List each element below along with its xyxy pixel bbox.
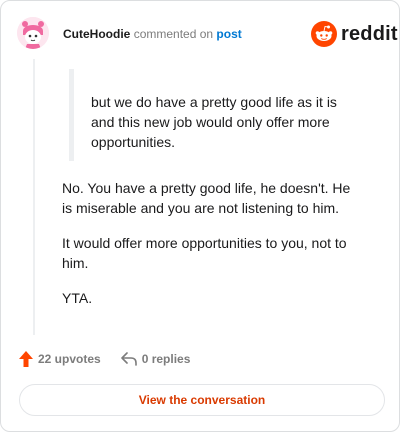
upvote-arrow-icon (19, 351, 33, 367)
upvote-count: 22 upvotes (38, 352, 101, 366)
username-link[interactable]: CuteHoodie (63, 27, 130, 41)
view-conversation-button[interactable]: View the conversation (19, 384, 385, 416)
replies-button[interactable]: 0 replies (120, 352, 191, 366)
reddit-wordmark: reddit (341, 22, 398, 45)
upvote-button[interactable]: 22 upvotes (19, 351, 101, 367)
comment-footer: 22 upvotes 0 replies (19, 351, 190, 367)
comment-paragraph: No. You have a pretty good life, he does… (62, 180, 351, 216)
reply-arrow-icon (120, 352, 137, 366)
post-link[interactable]: post (216, 27, 241, 41)
comment-header: CuteHoodie commented on post (63, 26, 242, 42)
comment-paragraph: It would offer more opportunities to you… (62, 235, 347, 271)
thread-line (33, 59, 35, 335)
quote-text: but we do have a pretty good life as it … (91, 94, 337, 150)
reddit-alien-icon (311, 21, 337, 47)
action-text: commented on (133, 27, 214, 41)
comment-card: CuteHoodie commented on post reddit but … (0, 0, 400, 432)
reddit-logo[interactable]: reddit (311, 21, 398, 47)
comment-paragraph: YTA. (62, 290, 93, 306)
replies-count: 0 replies (141, 352, 191, 366)
avatar[interactable] (17, 17, 49, 49)
